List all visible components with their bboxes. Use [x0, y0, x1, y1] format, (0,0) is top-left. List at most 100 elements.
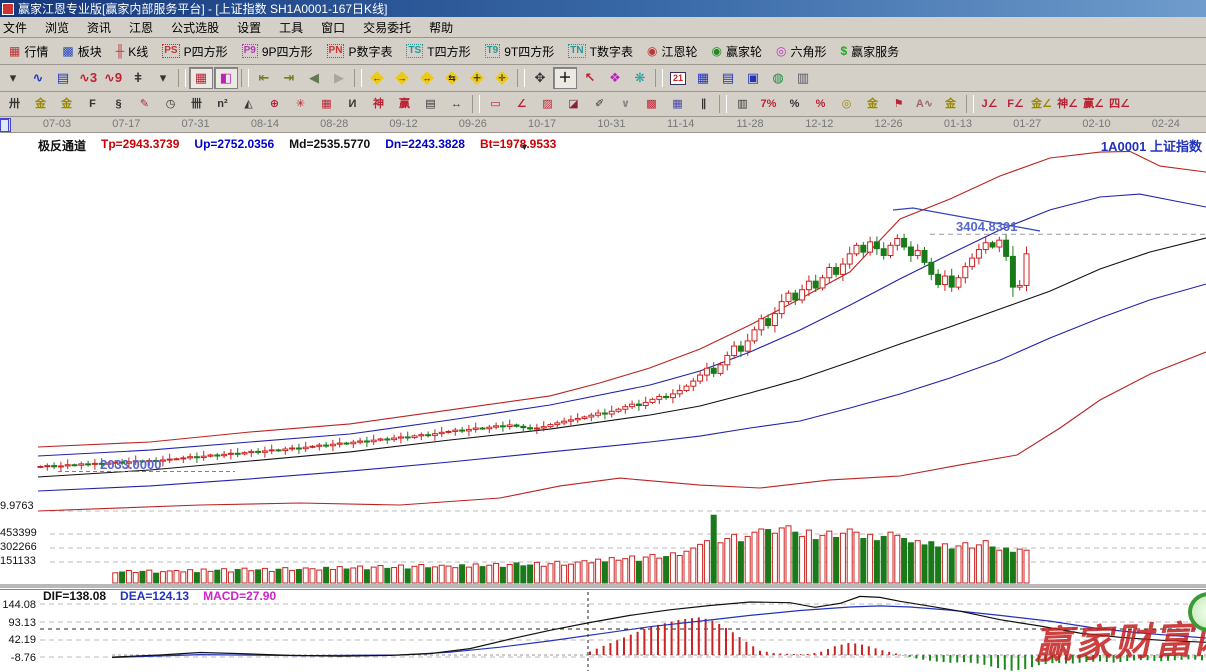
chart-area[interactable]: 极反通道Tp=2943.3739Up=2752.0356Md=2535.5770…	[0, 133, 1206, 672]
hexagon-button[interactable]: ◎ 六角形	[769, 40, 834, 63]
menu-item[interactable]: 江恩	[120, 17, 162, 38]
hand-tool[interactable]: ✥	[528, 67, 552, 89]
save-tool[interactable]: ▣	[741, 67, 765, 89]
date-axis[interactable]: 07-0307-1707-3108-1408-2809-1209-2610-17…	[0, 117, 1206, 133]
candle-style-dropdown[interactable]: ▾	[151, 67, 175, 89]
gold-angle-tool[interactable]: 金	[938, 94, 963, 114]
box-rays-tool[interactable]: ◪	[561, 94, 586, 114]
percent-tool[interactable]: %	[782, 94, 807, 114]
sep1[interactable]	[178, 69, 186, 87]
zigzag-tool[interactable]: ∿	[26, 67, 50, 89]
pan-left-button[interactable]: ←	[365, 67, 389, 89]
menu-item[interactable]: 窗口	[312, 17, 354, 38]
last-bar-button[interactable]: ⇥	[277, 67, 301, 89]
fibonacci-tool[interactable]: F	[80, 94, 105, 114]
zoom-h-button[interactable]: ↔	[415, 67, 439, 89]
gold-levels-tool[interactable]: 金	[860, 94, 885, 114]
p-table-button[interactable]: PN P数字表	[320, 40, 400, 63]
profile-chart-tool[interactable]: ◧	[214, 67, 238, 89]
vertical-lines-tool[interactable]: 卅	[2, 94, 27, 114]
menu-item[interactable]: 设置	[228, 17, 270, 38]
kline-button[interactable]: ╫ K线	[109, 40, 156, 63]
wave-compare-tool[interactable]: A∿	[912, 94, 937, 114]
circle-target-tool[interactable]: ⊕	[262, 94, 287, 114]
gold-square-tool[interactable]: 金	[54, 94, 79, 114]
center-cross-button[interactable]: ＋	[465, 67, 489, 89]
quote-button[interactable]: ▦ 行情	[2, 40, 55, 63]
sep1[interactable]	[472, 95, 480, 113]
menu-item[interactable]: 资讯	[78, 17, 120, 38]
starburst-tool[interactable]: ✳	[288, 94, 313, 114]
sep4[interactable]	[517, 69, 525, 87]
sep5[interactable]	[655, 69, 663, 87]
scale-tool[interactable]: ▥	[730, 94, 755, 114]
first-bar-button[interactable]: ⇤	[252, 67, 276, 89]
sep2[interactable]	[241, 69, 249, 87]
menu-item[interactable]: 交易委托	[354, 17, 420, 38]
flag-tool[interactable]: ⚑	[886, 94, 911, 114]
notes-tool[interactable]: ▤	[716, 67, 740, 89]
sep3[interactable]	[966, 95, 974, 113]
dense-lines-tool[interactable]: 卌	[184, 94, 209, 114]
legend-collapse-marker[interactable]: ▼	[520, 142, 529, 152]
gann-angle-gold-tool[interactable]: 金∠	[1029, 94, 1054, 114]
gann-angle-ying-tool[interactable]: 赢∠	[1081, 94, 1106, 114]
winner-wheel-button[interactable]: ◉ 赢家轮	[704, 40, 769, 63]
brush-tool[interactable]: ✎	[132, 94, 157, 114]
compress-button[interactable]: ⇆	[440, 67, 464, 89]
print-tool[interactable]: ▥	[791, 67, 815, 89]
pen-lines-tool[interactable]: ✐	[587, 94, 612, 114]
menu-item[interactable]: 浏览	[36, 17, 78, 38]
gann-angle-f-tool[interactable]: F∠	[1003, 94, 1028, 114]
view-dropdown[interactable]: ▾	[1, 67, 25, 89]
n-squared-tool[interactable]: n²	[210, 94, 235, 114]
red-grid-tool[interactable]: ▦	[314, 94, 339, 114]
prev-bar-button[interactable]: ◀	[302, 67, 326, 89]
v-angle-tool[interactable]: ∨	[613, 94, 638, 114]
menu-item[interactable]: 公式选股	[162, 17, 228, 38]
pointer-tool[interactable]: ↖	[578, 67, 602, 89]
ray-fan-tool[interactable]: ∠	[509, 94, 534, 114]
gann-wheel-button[interactable]: ◉ 江恩轮	[640, 40, 705, 63]
percent7-tool[interactable]: 7%	[756, 94, 781, 114]
p-square-button[interactable]: PS P四方形	[155, 40, 234, 63]
pan-right-button[interactable]: →	[390, 67, 414, 89]
grid-box-tool[interactable]: ▦	[665, 94, 690, 114]
spiral-tool[interactable]: §	[106, 94, 131, 114]
cycle-circle-tool[interactable]: ◷	[158, 94, 183, 114]
export-web-tool[interactable]: ◍	[766, 67, 790, 89]
count-grid-tool[interactable]: ▤	[418, 94, 443, 114]
wave9-tool[interactable]: ∿9	[101, 67, 125, 89]
gann-frame-tool[interactable]: ▦	[189, 67, 213, 89]
sector-button[interactable]: ▩ 板块	[55, 40, 108, 63]
crosshair-tool[interactable]: ＋	[553, 67, 577, 89]
swing-tool[interactable]: И	[340, 94, 365, 114]
gann-angle-shen-tool[interactable]: 神∠	[1055, 94, 1080, 114]
sep2[interactable]	[719, 95, 727, 113]
ray-box-tool[interactable]: ▨	[535, 94, 560, 114]
calendar-tool[interactable]: 21	[666, 67, 690, 89]
title-bar[interactable]: 赢家江恩专业版[赢家内部服务平台] - [上证指数 SH1A0001-167日K…	[0, 0, 1206, 17]
t-square-button[interactable]: TS T四方形	[399, 40, 477, 63]
ying-tool[interactable]: 赢	[392, 94, 417, 114]
info-panel-tool[interactable]: ▤	[51, 67, 75, 89]
candle-style-tool[interactable]: ǂ	[126, 67, 150, 89]
gold-lines-tool[interactable]: 金	[28, 94, 53, 114]
menu-item[interactable]: 文件	[0, 17, 36, 38]
gann-angle-j-tool[interactable]: J∠	[977, 94, 1002, 114]
gold-circle-tool[interactable]: ◎	[834, 94, 859, 114]
frame-tool[interactable]: ▭	[483, 94, 508, 114]
t-table-button[interactable]: TN T数字表	[561, 40, 640, 63]
pattern-tool[interactable]: ❋	[628, 67, 652, 89]
menu-item[interactable]: 帮助	[420, 17, 462, 38]
stamp-tool[interactable]: ❖	[603, 67, 627, 89]
menu-item[interactable]: 工具	[270, 17, 312, 38]
angle-ruler-tool[interactable]: ◭	[236, 94, 261, 114]
parallel-lines-tool[interactable]: ∥	[691, 94, 716, 114]
winner-service-button[interactable]: $ 赢家服务	[833, 40, 906, 63]
wave3-tool[interactable]: ∿3	[76, 67, 100, 89]
9p-square-button[interactable]: P9 9P四方形	[235, 40, 320, 63]
9t-square-button[interactable]: T9 9T四方形	[478, 40, 562, 63]
percent-line-tool[interactable]: %	[808, 94, 833, 114]
gann-angle-four-tool[interactable]: 四∠	[1107, 94, 1132, 114]
